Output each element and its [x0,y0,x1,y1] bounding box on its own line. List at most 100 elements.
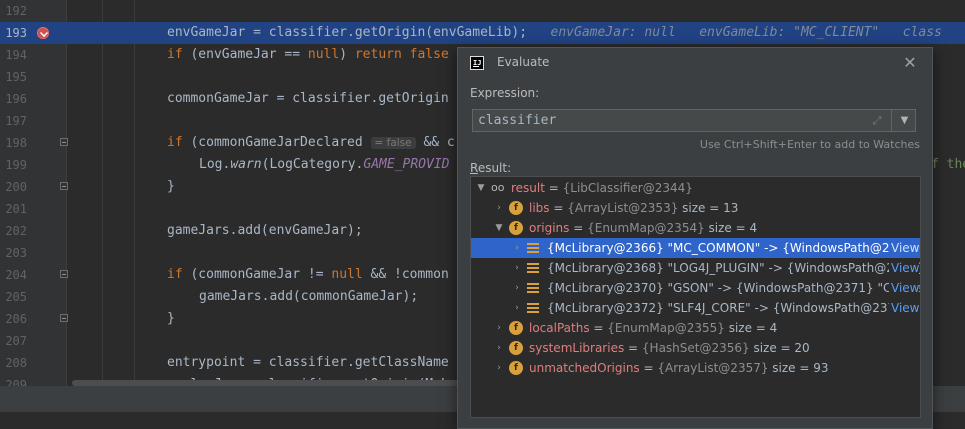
tree-row-text: libs = {ArrayList@2353} size = 13 [529,198,738,218]
code-fragment: && c [415,135,455,150]
entry-label: {McLibrary@2368} "LOG4J_PLUGIN" -> {Wind… [547,261,921,275]
expand-icon[interactable]: ⤢ [869,113,885,129]
tree-row-text: {McLibrary@2372} "SLF4J_CORE" -> {Window… [547,298,921,318]
variable-type: {EnumMap@2355} [607,321,725,335]
map-entry-icon [527,303,539,313]
code-line-current[interactable]: 193 envGameJar = classifier.getOrigin(en… [0,22,965,44]
variable-name: systemLibraries [529,341,625,355]
code-text: } [167,179,175,194]
tree-row-text: {McLibrary@2370} "GSON" -> {WindowsPath@… [547,278,920,298]
equals-sign: = [639,361,658,375]
view-link[interactable]: View [889,258,920,278]
breakpoint-icon[interactable] [37,27,49,39]
static-field: GAME_PROVID [363,157,450,172]
view-link[interactable]: View [889,278,920,298]
expression-field[interactable]: ⤢ ▼ [472,109,916,132]
code-text: entrypoint = classifier.getClassName [167,355,449,370]
tree-row[interactable]: › f localPaths = {EnumMap@2355} size = 4 [471,318,920,338]
collapse-arrow-icon[interactable]: ▼ [475,178,487,198]
close-icon[interactable]: ✕ [900,53,920,73]
code-fragment: envGameJar = classifier.getOrigin(envGam… [167,25,528,40]
expand-arrow-icon[interactable]: › [493,198,505,218]
dialog-title: Evaluate [497,55,550,69]
variable-value: size = 20 [749,341,810,355]
code-fragment: && !common [362,267,449,282]
expand-arrow-icon[interactable]: › [511,278,523,298]
history-dropdown-button[interactable]: ▼ [891,110,917,131]
code-text: envGameJar = classifier.getOrigin(envGam… [167,22,942,44]
field-icon: f [509,201,523,215]
fold-icon[interactable] [60,182,68,190]
result-tree[interactable]: ▼ oo result = {LibClassifier@2344} › f libs =… [470,176,921,418]
line-number: 208 [5,356,27,370]
expand-arrow-icon[interactable]: › [493,318,505,338]
evaluate-dialog[interactable]: IJ Evaluate ✕ Expression: ⤢ ▼ Use Ctrl+S… [457,47,933,429]
view-link[interactable]: View [889,238,920,258]
line-number: 199 [5,158,27,172]
equals-sign: = [589,321,608,335]
line-number: 207 [5,334,27,348]
code-text: gameJars.add(envGameJar); [167,223,363,238]
keyword: null [307,47,340,62]
variable-name: origins [529,221,570,235]
tree-row[interactable]: ▼ f origins = {EnumMap@2354} size = 4 [471,218,920,238]
tree-row-text: {McLibrary@2366} "MC_COMMON" -> {Windows… [547,238,920,258]
field-icon: f [509,221,523,235]
expand-arrow-icon[interactable]: › [511,298,523,318]
expand-arrow-icon[interactable]: › [511,238,523,258]
fold-icon[interactable] [60,138,68,146]
line-number: 198 [5,136,27,150]
equals-sign: = [544,181,563,195]
variable-name: libs [529,201,550,215]
line-number: 193 [5,26,27,40]
variable-type: {HashSet@2356} [641,341,750,355]
code-text: Log.warn(LogCategory.GAME_PROVID [199,154,449,176]
tree-row[interactable]: › f unmatchedOrigins = {ArrayList@2357} si… [471,358,920,378]
variable-type: {LibClassifier@2344} [562,181,693,195]
code-line[interactable]: 192 [0,0,965,22]
code-fragment: (commonGameJarDeclared [182,135,371,150]
variable-name: unmatchedOrigins [529,361,640,375]
variable-type: {ArrayList@2353} [567,201,679,215]
inline-debug-value: class [902,25,942,40]
expand-arrow-icon[interactable]: › [493,358,505,378]
fold-icon[interactable] [60,314,68,322]
map-entry-icon [527,263,539,273]
fold-icon[interactable] [60,270,68,278]
tree-row-text: localPaths = {EnumMap@2355} size = 4 [529,318,777,338]
line-number: 192 [5,4,27,18]
view-link[interactable]: View [889,298,920,318]
inline-debug-value: envGameLib: "MC_CLIENT" [699,25,880,40]
tree-row[interactable]: › {McLibrary@2370} "GSON" -> {WindowsPath… [471,278,920,298]
entry-label: {McLibrary@2372} "SLF4J_CORE" -> {Window… [547,301,921,315]
variable-value: size = 4 [704,221,758,235]
tree-row[interactable]: ▼ oo result = {LibClassifier@2344} [471,178,920,198]
variable-value: size = 4 [724,321,778,335]
string-literal: f the [931,157,965,172]
line-number: 200 [5,180,27,194]
dialog-title-bar[interactable]: IJ Evaluate ✕ [458,48,932,78]
tree-row[interactable]: › f libs = {ArrayList@2353} size = 13 [471,198,920,218]
line-number: 194 [5,48,27,62]
code-fragment: Log. [199,157,231,172]
line-number: 203 [5,246,27,260]
map-entry-icon [527,243,539,253]
code-fragment: (LogCategory. [261,157,364,172]
tree-row[interactable]: › {McLibrary@2368} "LOG4J_PLUGIN" -> {Win… [471,258,920,278]
result-label: Result: [470,161,511,175]
variable-type: {EnumMap@2354} [587,221,705,235]
expression-input[interactable] [478,112,858,129]
code-fragment: (envGameJar == [182,47,308,62]
variable-value: size = 93 [768,361,829,375]
tree-row[interactable]: › f systemLibraries = {HashSet@2356} size … [471,338,920,358]
equals-sign: = [624,341,642,355]
expand-arrow-icon[interactable]: › [511,258,523,278]
collapse-arrow-icon[interactable]: ▼ [493,218,505,238]
expand-arrow-icon[interactable]: › [493,338,505,358]
variable-value: size = 13 [678,201,739,215]
tree-row-text: systemLibraries = {HashSet@2356} size = … [529,338,810,358]
tree-row[interactable]: › {McLibrary@2366} "MC_COMMON" -> {Window… [471,238,920,258]
code-text: if (commonGameJarDeclared = false && c [167,132,455,154]
tree-row-text: unmatchedOrigins = {ArrayList@2357} size… [529,358,829,378]
tree-row[interactable]: › {McLibrary@2372} "SLF4J_CORE" -> {Windo… [471,298,920,318]
